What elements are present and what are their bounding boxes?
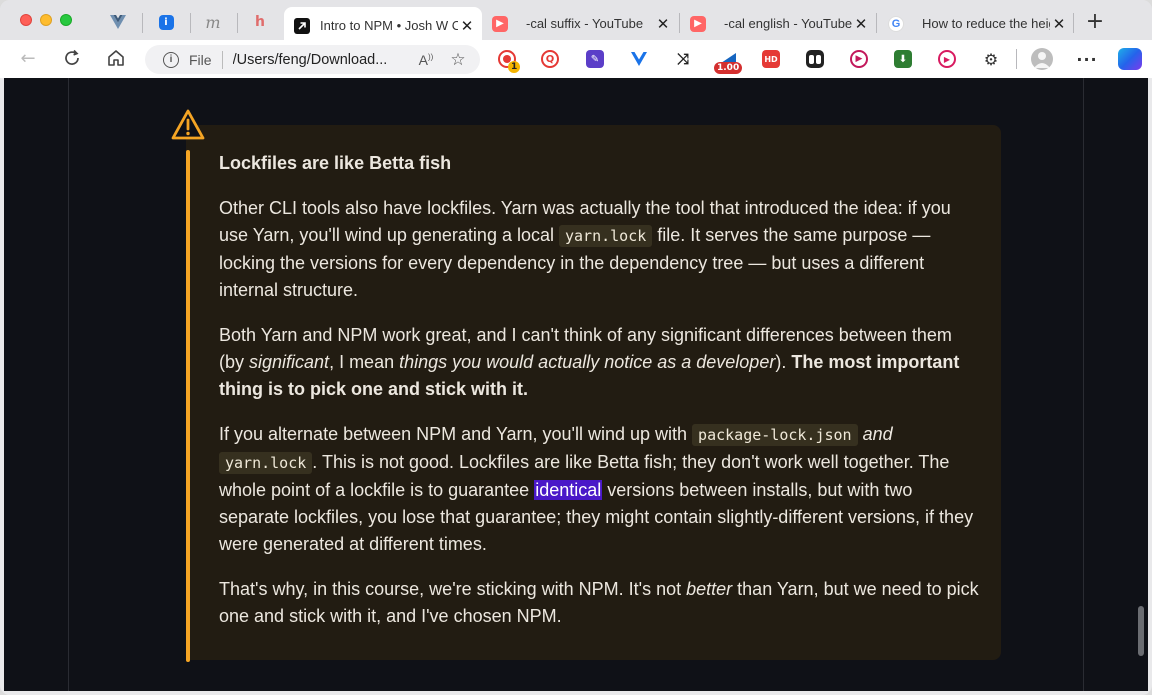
browser-window: i m h Intro to NPM • Josh W Comeau ✕ ▶ -… <box>0 0 1152 695</box>
read-aloud-icon[interactable]: A)) <box>416 52 436 68</box>
reload-button[interactable] <box>61 48 83 70</box>
tab-title: -cal suffix - YouTube <box>526 16 644 31</box>
extension-shuffle-icon[interactable]: ⤨ <box>674 50 692 68</box>
tab-separator <box>1073 13 1074 33</box>
tab-strip: i m h Intro to NPM • Josh W Comeau ✕ ▶ -… <box>0 0 1152 44</box>
callout-title: Lockfiles are like Betta fish <box>219 153 452 173</box>
home-button[interactable] <box>105 48 127 70</box>
extension-speed-badge: 1.00 <box>714 62 743 74</box>
tab-separator <box>142 13 143 33</box>
paragraph-2: Both Yarn and NPM work great, and I can'… <box>219 322 979 403</box>
text: That's why, in this course, we're sticki… <box>219 579 687 599</box>
close-window-button[interactable] <box>20 14 32 26</box>
code-yarn-lock: yarn.lock <box>219 452 313 474</box>
address-bar[interactable]: i File /Users/feng/Download... A)) ☆ <box>145 45 480 74</box>
tab-separator <box>190 13 191 33</box>
tab-separator <box>876 13 877 33</box>
code-yarn-lock: yarn.lock <box>559 225 653 247</box>
scrollbar-thumb[interactable] <box>1138 606 1144 656</box>
toolbar-separator <box>1016 49 1017 69</box>
youtube-icon: ▶ <box>690 15 706 32</box>
zoom-window-button[interactable] <box>60 14 72 26</box>
tab-youtube-2[interactable]: ▶ -cal english - YouTube ✕ <box>680 7 876 40</box>
text: If you alternate between NPM and Yarn, y… <box>219 424 693 444</box>
extension-search-icon[interactable]: Q <box>541 50 559 68</box>
paragraph-4: That's why, in this course, we're sticki… <box>219 576 979 630</box>
copilot-icon[interactable] <box>1118 48 1142 70</box>
tab-youtube-1[interactable]: ▶ -cal suffix - YouTube ✕ <box>482 7 678 40</box>
extension-dual-icon[interactable] <box>806 50 824 68</box>
url-scheme: File <box>189 51 212 68</box>
back-button[interactable]: ← <box>17 48 39 70</box>
url-text[interactable]: /Users/feng/Download... <box>233 52 416 68</box>
toolbar: ← i File /Users/feng/Download... A)) ☆ 1… <box>0 40 1152 78</box>
more-menu-icon[interactable]: ··· <box>1076 50 1096 69</box>
warning-icon <box>171 109 205 140</box>
tab-google[interactable]: G How to reduce the height ✕ <box>878 7 1074 40</box>
extension-vue-icon[interactable] <box>630 50 648 68</box>
tab-title: -cal english - YouTube <box>724 16 852 31</box>
extensions-puzzle-icon[interactable]: ⚙ <box>982 50 1000 69</box>
callout-accent-bar <box>186 150 190 662</box>
tab-active[interactable]: Intro to NPM • Josh W Comeau ✕ <box>284 7 482 44</box>
extension-download-icon[interactable]: ⬇ <box>894 50 912 68</box>
tab-separator <box>237 13 238 33</box>
selected-text[interactable]: identical <box>534 480 603 500</box>
close-tab-icon[interactable]: ✕ <box>654 15 672 33</box>
extension-hd-icon[interactable]: HD <box>762 50 780 68</box>
youtube-icon: ▶ <box>492 15 508 32</box>
omnibox-divider <box>221 50 223 69</box>
layout-gutter-left <box>68 78 69 691</box>
google-icon: G <box>888 15 904 32</box>
close-tab-icon[interactable]: ✕ <box>852 15 870 33</box>
extension-play-icon[interactable]: ▶ <box>850 50 868 68</box>
text: ). <box>775 352 792 372</box>
paragraph-1: Other CLI tools also have lockfiles. Yar… <box>219 195 979 304</box>
page-content: Lockfiles are like Betta fish Other CLI … <box>4 78 1148 691</box>
minimize-window-button[interactable] <box>40 14 52 26</box>
extension-video-icon[interactable]: ▶ <box>938 50 956 68</box>
profile-avatar[interactable] <box>1031 48 1053 70</box>
extension-badge: 1 <box>508 61 521 73</box>
pinned-tab-h-icon[interactable]: h <box>250 12 270 32</box>
tab-title: Intro to NPM • Josh W Comeau <box>320 18 458 33</box>
emphasis: things you would actually notice as a de… <box>399 352 776 372</box>
close-tab-icon[interactable]: ✕ <box>1050 15 1068 33</box>
pinned-tab-vue-icon[interactable] <box>108 12 128 32</box>
emphasis: significant <box>249 352 330 372</box>
pinned-tab-m-icon[interactable]: m <box>203 12 223 32</box>
extension-pen-icon[interactable]: ✎ <box>586 50 604 68</box>
text: , I mean <box>329 352 400 372</box>
arrow-icon <box>294 17 310 34</box>
favorite-star-icon[interactable]: ☆ <box>448 50 468 70</box>
emphasis: and <box>862 424 893 444</box>
emphasis: better <box>686 579 733 599</box>
info-icon[interactable]: i <box>163 51 179 68</box>
tab-title: How to reduce the height <box>922 16 1050 31</box>
close-tab-icon[interactable]: ✕ <box>458 17 476 35</box>
paragraph-3: If you alternate between NPM and Yarn, y… <box>219 421 979 558</box>
code-package-lock: package-lock.json <box>692 424 858 446</box>
pinned-tab-info-icon[interactable]: i <box>156 12 176 32</box>
callout-body: Lockfiles are like Betta fish Other CLI … <box>219 150 979 648</box>
layout-gutter-right <box>1083 78 1084 691</box>
new-tab-button[interactable]: + <box>1085 11 1105 33</box>
